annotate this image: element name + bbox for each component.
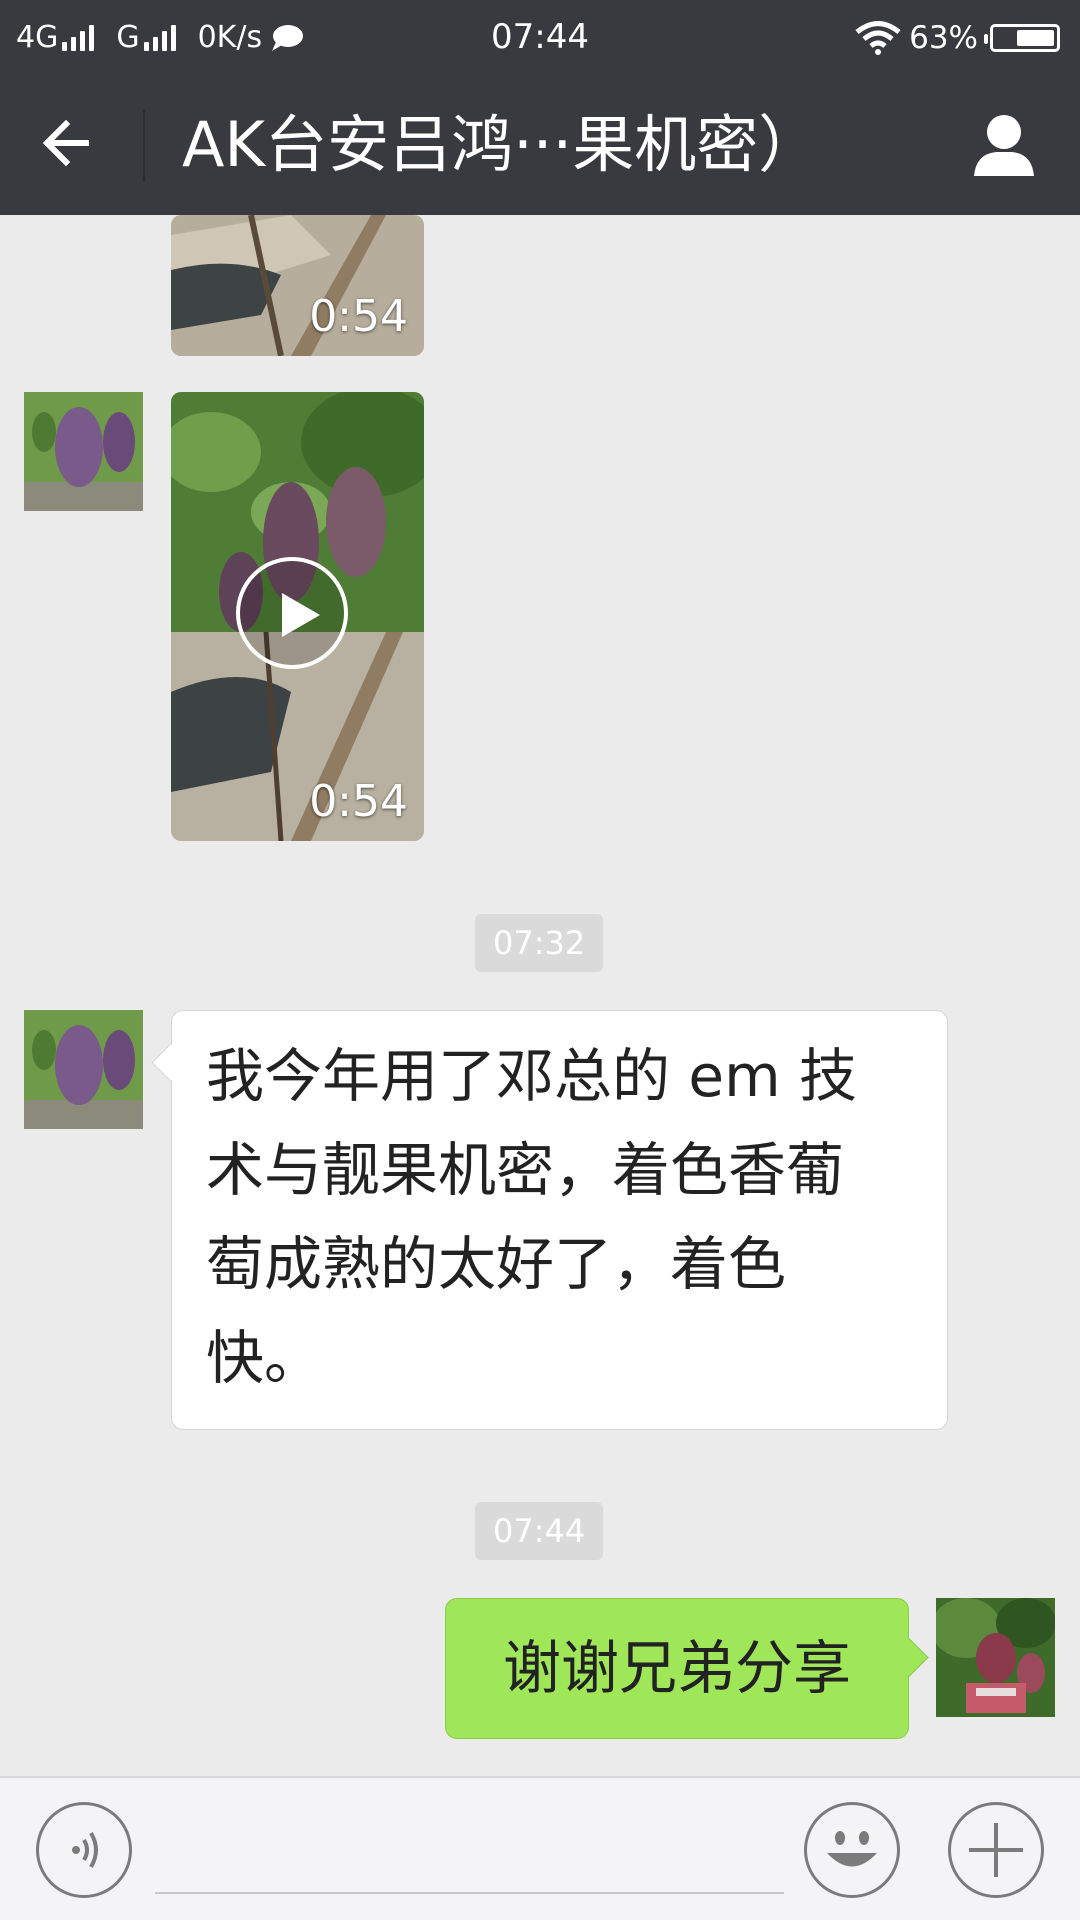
message-line: 我今年用了邓总的 em 技 xyxy=(206,1042,858,1110)
network-type-1: 4G xyxy=(16,20,59,55)
voice-button[interactable] xyxy=(36,1802,132,1898)
video-duration: 0:54 xyxy=(309,291,408,342)
grape-avatar-image xyxy=(24,1010,143,1129)
battery-icon xyxy=(984,23,1060,52)
profile-button[interactable] xyxy=(968,110,1040,182)
avatar[interactable] xyxy=(24,1010,143,1129)
my-avatar[interactable] xyxy=(936,1598,1055,1717)
title-divider xyxy=(143,110,145,182)
person-icon xyxy=(974,115,1034,176)
bubble-arrow xyxy=(151,1043,190,1082)
bubble-arrow xyxy=(890,1638,929,1677)
message-input[interactable] xyxy=(155,1798,784,1894)
video-duration: 0:54 xyxy=(309,776,408,827)
message-text: 谢谢兄弟分享 xyxy=(502,1634,851,1702)
message-line: 萄成熟的太好了，着色 xyxy=(206,1230,787,1298)
status-left: 4G G 0K/s xyxy=(16,0,304,75)
arrow-left-icon xyxy=(42,119,89,167)
battery-fill xyxy=(1017,29,1054,46)
battery-percent: 63% xyxy=(909,19,978,56)
avatar[interactable] xyxy=(24,392,143,511)
my-avatar-image xyxy=(936,1598,1055,1717)
grape-avatar-image xyxy=(24,392,143,511)
title-bar: AK台安吕鸿···果机密） xyxy=(0,75,1080,215)
back-button[interactable] xyxy=(38,113,108,177)
signal-icon-2 xyxy=(143,24,180,51)
video-message-2[interactable]: 0:54 xyxy=(171,392,424,841)
emoji-icon xyxy=(827,1831,877,1867)
timestamp: 07:32 xyxy=(475,914,604,972)
plus-button[interactable] xyxy=(948,1802,1044,1898)
emoji-button[interactable] xyxy=(804,1802,900,1898)
wifi-icon xyxy=(855,20,901,55)
status-bar: 4G G 0K/s 07:44 63% xyxy=(0,0,1080,75)
network-type-2: G xyxy=(116,20,140,55)
plus-icon xyxy=(969,1823,1023,1877)
voice-icon xyxy=(72,1831,98,1869)
play-icon xyxy=(236,557,348,669)
timestamp: 07:44 xyxy=(475,1502,604,1560)
message-line: 术与靓果机密，着色香葡 xyxy=(206,1136,845,1204)
signal-icon xyxy=(62,24,98,51)
incoming-message-bubble[interactable]: 我今年用了邓总的 em 技 术与靓果机密，着色香葡 萄成熟的太好了，着色 快。 xyxy=(151,1010,948,1430)
message-line: 快。 xyxy=(206,1324,323,1392)
outgoing-message-bubble[interactable]: 谢谢兄弟分享 xyxy=(445,1598,929,1739)
input-bar xyxy=(0,1776,1080,1920)
status-right: 63% xyxy=(855,0,1060,75)
chat-notification-icon xyxy=(270,24,304,52)
network-speed: 0K/s xyxy=(197,20,263,55)
video-message-1[interactable]: 0:54 xyxy=(171,215,424,356)
page-title: AK台安吕鸿···果机密） xyxy=(182,108,821,181)
